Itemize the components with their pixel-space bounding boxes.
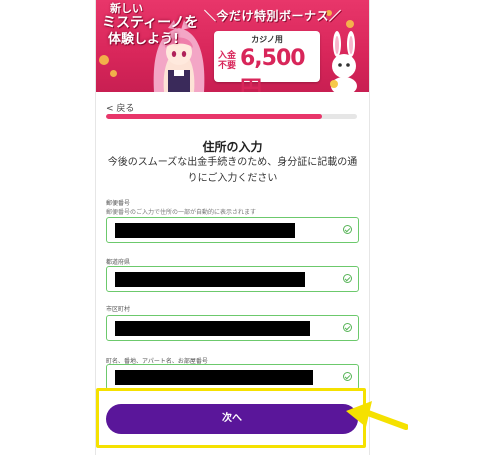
back-link[interactable]: < 戻る xyxy=(106,101,134,114)
progress-bar-fill xyxy=(106,114,322,119)
coin-decoration xyxy=(99,55,109,65)
bonus-amount: 6,500円 xyxy=(240,46,306,92)
mascot-bunny-illustration xyxy=(330,31,357,92)
redacted-value xyxy=(115,321,310,336)
arrow-left-icon xyxy=(346,401,408,430)
banner-new-label: 新しい xyxy=(110,2,143,15)
city-label: 市区町村 xyxy=(106,306,131,313)
banner-headline: ミスティーノを xyxy=(102,15,199,31)
valid-check-icon xyxy=(343,323,352,332)
valid-check-icon xyxy=(343,225,352,234)
prefecture-label: 都道府県 xyxy=(106,259,131,266)
coin-decoration xyxy=(110,70,117,77)
postal-code-hint: 郵便番号のご入力で住所の一部が自動的に表示されます xyxy=(106,209,257,216)
bonus-caption: カジノ用 xyxy=(251,35,283,44)
banner-special-bonus-label: ＼今だけ特別ボーナス／ xyxy=(204,9,342,23)
promo-banner[interactable]: 新しい ミスティーノを 体験しよう! ＼今だけ特別ボーナス／ カジノ用 入金不要… xyxy=(96,0,369,92)
valid-check-icon xyxy=(343,274,352,283)
bonus-amount-card: カジノ用 入金不要 6,500円 xyxy=(214,31,320,92)
registration-panel: 新しい ミスティーノを 体験しよう! ＼今だけ特別ボーナス／ カジノ用 入金不要… xyxy=(95,0,370,455)
progress-bar xyxy=(106,114,357,119)
form-instructions: 今後のスムーズな出金手続きのため、身分証に記載の通りにご入力ください xyxy=(107,157,358,184)
street-address-input[interactable] xyxy=(106,364,359,390)
coin-decoration xyxy=(346,20,354,28)
redacted-value xyxy=(115,223,295,238)
page-title: 住所の入力 xyxy=(202,140,263,154)
bonus-no-deposit-note: 入金不要 xyxy=(218,51,237,71)
next-button[interactable]: 次へ xyxy=(106,404,358,434)
redacted-value xyxy=(115,272,305,287)
postal-code-label: 郵便番号 xyxy=(106,200,131,207)
valid-check-icon xyxy=(343,372,352,381)
banner-headline-2: 体験しよう! xyxy=(108,32,179,47)
city-input[interactable] xyxy=(106,315,359,341)
postal-code-input[interactable] xyxy=(106,217,359,243)
prefecture-input[interactable] xyxy=(106,266,359,292)
redacted-value xyxy=(115,370,313,385)
